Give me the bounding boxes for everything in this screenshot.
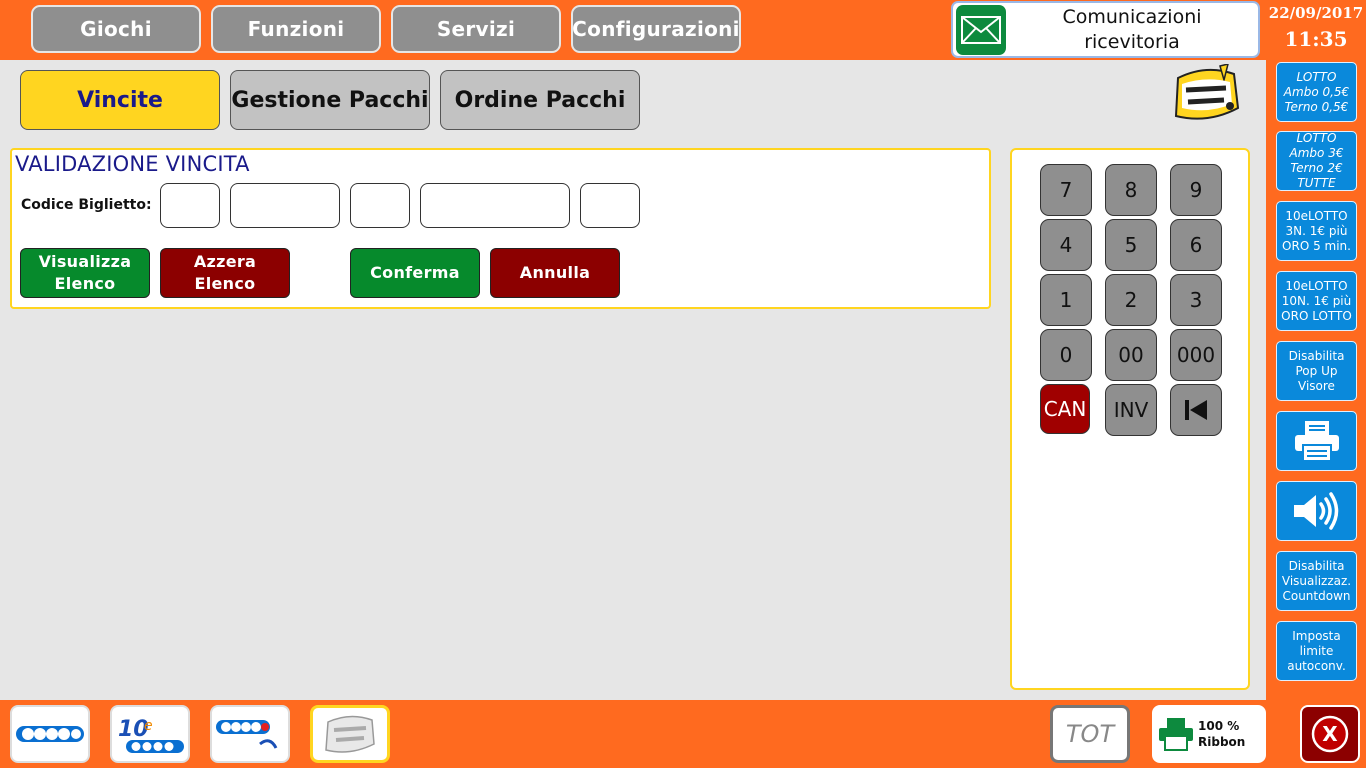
set-autoconv-limit-button[interactable]: Imposta limite autoconv. bbox=[1276, 621, 1357, 681]
disable-countdown-button[interactable]: Disabilita Visualizzaz. Countdown bbox=[1276, 551, 1357, 611]
game-lotto-button[interactable] bbox=[10, 705, 90, 763]
ticket-code-field-1[interactable] bbox=[160, 183, 220, 228]
tab-ordine-pacchi[interactable]: Ordine Pacchi bbox=[440, 70, 640, 130]
envelope-icon bbox=[956, 4, 1006, 55]
key-4[interactable]: 4 bbox=[1040, 219, 1092, 271]
key-backspace[interactable] bbox=[1170, 384, 1222, 436]
lottopiu-logo bbox=[216, 720, 278, 749]
numeric-keypad: 7 8 9 4 5 6 1 2 3 0 00 000 CAN INV bbox=[1010, 148, 1250, 690]
game-10elotto-button[interactable]: 10 e bbox=[110, 705, 190, 763]
reset-list-button[interactable]: Azzera Elenco bbox=[160, 248, 290, 298]
key-5[interactable]: 5 bbox=[1105, 219, 1157, 271]
printer-ribbon-icon bbox=[1159, 718, 1193, 751]
main-content: Vincite Gestione Pacchi Ordine Pacchi VA… bbox=[0, 60, 1266, 700]
ticket-code-field-4[interactable] bbox=[420, 183, 570, 228]
quick-lotto-ambo-05[interactable]: LOTTO Ambo 0,5€ Terno 0,5€ bbox=[1276, 62, 1357, 122]
game-lottopiu-button[interactable] bbox=[210, 705, 290, 763]
key-2[interactable]: 2 bbox=[1105, 274, 1157, 326]
ribbon-status[interactable]: 100 % Ribbon bbox=[1152, 705, 1266, 763]
quick-10elotto-5min[interactable]: 10eLOTTO 3N. 1€ più ORO 5 min. bbox=[1276, 201, 1357, 261]
key-3[interactable]: 3 bbox=[1170, 274, 1222, 326]
key-8[interactable]: 8 bbox=[1105, 164, 1157, 216]
nav-servizi[interactable]: Servizi bbox=[391, 5, 561, 53]
communications-label: Comunicazioni ricevitoria bbox=[1062, 5, 1202, 53]
quick-10elotto-oro[interactable]: 10eLOTTO 10N. 1€ più ORO LOTTO bbox=[1276, 271, 1357, 331]
lotto-logo bbox=[16, 726, 84, 742]
sound-button[interactable] bbox=[1276, 481, 1357, 541]
ticket-code-field-3[interactable] bbox=[350, 183, 410, 228]
close-button[interactable]: X bbox=[1300, 705, 1360, 763]
gratta-e-vinci-small-logo bbox=[325, 715, 375, 753]
current-time: 11:35 bbox=[1284, 27, 1348, 51]
key-1[interactable]: 1 bbox=[1040, 274, 1092, 326]
validation-panel: VALIDAZIONE VINCITA Codice Biglietto: Vi… bbox=[10, 148, 991, 309]
gratta-e-vinci-logo bbox=[1168, 62, 1244, 128]
cancel-button[interactable]: Annulla bbox=[490, 248, 620, 298]
show-list-button[interactable]: Visualizza Elenco bbox=[20, 248, 150, 298]
close-icon: X bbox=[1311, 715, 1349, 753]
communications-button[interactable]: Comunicazioni ricevitoria bbox=[951, 1, 1260, 58]
print-button[interactable] bbox=[1276, 411, 1357, 471]
key-7[interactable]: 7 bbox=[1040, 164, 1092, 216]
speaker-icon bbox=[1293, 492, 1338, 530]
printer-icon bbox=[1294, 421, 1339, 462]
key-6[interactable]: 6 bbox=[1170, 219, 1222, 271]
validation-title: VALIDAZIONE VINCITA bbox=[15, 152, 250, 176]
ticket-code-field-2[interactable] bbox=[230, 183, 340, 228]
key-cancel[interactable]: CAN bbox=[1040, 384, 1090, 434]
nav-funzioni[interactable]: Funzioni bbox=[211, 5, 381, 53]
current-date: 22/09/2017 bbox=[1268, 4, 1364, 22]
game-gratta-e-vinci-button[interactable] bbox=[310, 705, 390, 763]
key-00[interactable]: 00 bbox=[1105, 329, 1157, 381]
backspace-icon bbox=[1185, 400, 1207, 420]
key-inv[interactable]: INV bbox=[1105, 384, 1157, 436]
nav-configurazioni[interactable]: Configurazioni bbox=[571, 5, 741, 53]
tab-gestione-pacchi[interactable]: Gestione Pacchi bbox=[230, 70, 430, 130]
key-0[interactable]: 0 bbox=[1040, 329, 1092, 381]
key-000[interactable]: 000 bbox=[1170, 329, 1222, 381]
disable-popup-viewer-button[interactable]: Disabilita Pop Up Visore bbox=[1276, 341, 1357, 401]
ribbon-label: 100 % Ribbon bbox=[1198, 719, 1246, 749]
quick-lotto-ambo-3[interactable]: LOTTO Ambo 3€ Terno 2€ TUTTE bbox=[1276, 131, 1357, 191]
svg-text:X: X bbox=[1322, 722, 1338, 746]
svg-text:e: e bbox=[144, 718, 153, 734]
tab-vincite[interactable]: Vincite bbox=[20, 70, 220, 130]
key-9[interactable]: 9 bbox=[1170, 164, 1222, 216]
10elotto-logo: 10 e bbox=[118, 717, 184, 753]
totals-button[interactable]: TOT bbox=[1050, 705, 1130, 763]
ticket-code-field-5[interactable] bbox=[580, 183, 640, 228]
confirm-button[interactable]: Conferma bbox=[350, 248, 480, 298]
nav-giochi[interactable]: Giochi bbox=[31, 5, 201, 53]
ticket-code-label: Codice Biglietto: bbox=[21, 197, 152, 213]
